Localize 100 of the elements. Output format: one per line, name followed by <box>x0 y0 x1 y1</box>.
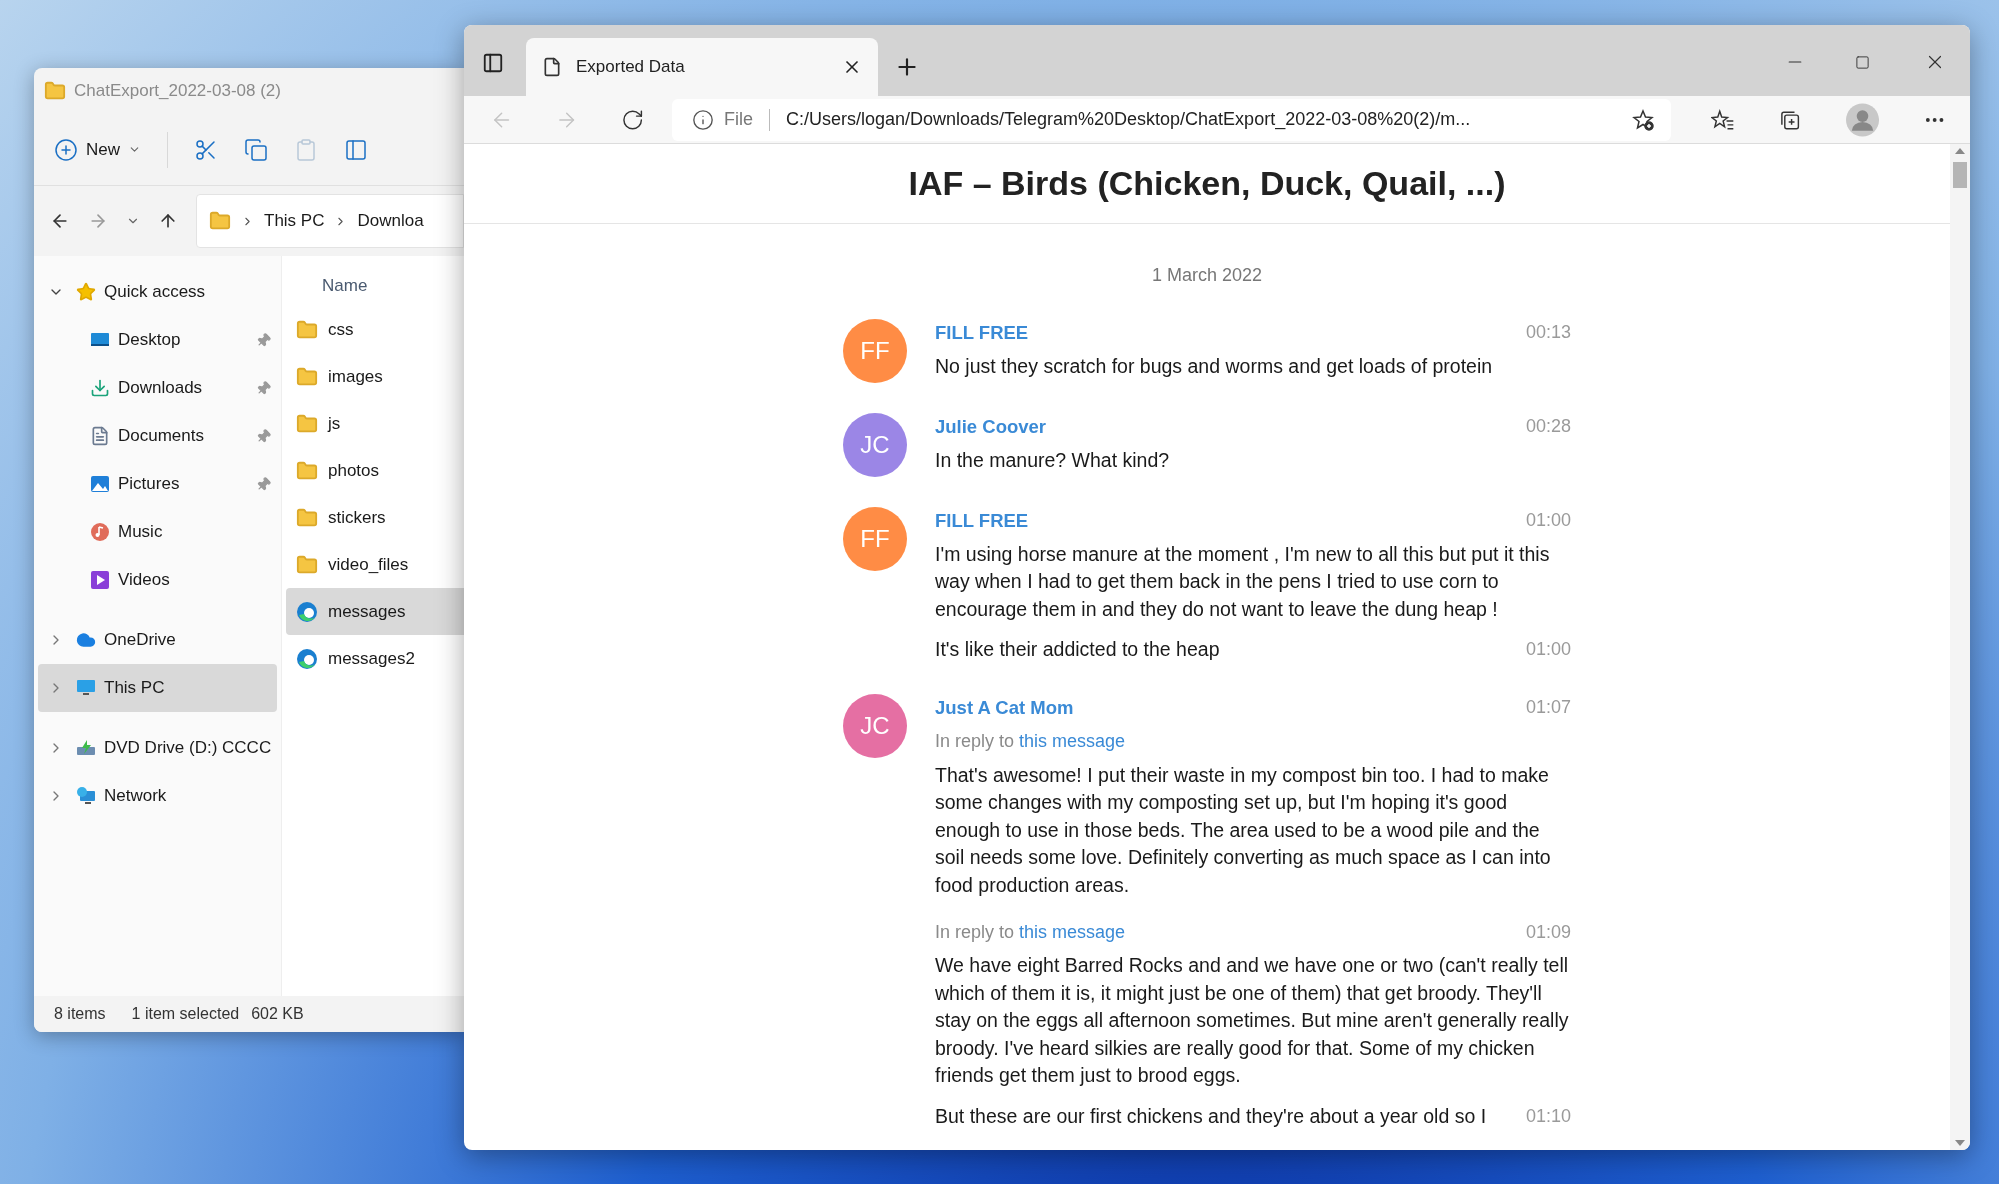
cloud-icon <box>76 630 96 650</box>
folder-icon <box>44 80 66 102</box>
window-title: ChatExport_2022-03-08 (2) <box>74 80 281 103</box>
breadcrumb-item[interactable]: Downloa <box>357 208 424 234</box>
maximize-icon[interactable] <box>1855 55 1870 70</box>
file-name: photos <box>328 459 380 482</box>
message-text: We have eight Barred Rocks and and we have one or two (can't really tell which of them it is, it might just be one of them) that get broody. They'll stay on the eggs all afternoon sometimes. But mine aren't generally really broody. I've heard silkies are really good for that. Some of my chicken friends get them just to brood eggs. <box>935 953 1570 1088</box>
file-name: images <box>328 365 383 388</box>
music-icon <box>90 522 110 542</box>
file-row[interactable]: photos <box>286 447 464 494</box>
avatar: JC <box>843 412 907 477</box>
address-bar[interactable]: This PC Downloa <box>196 194 464 248</box>
copy-icon[interactable] <box>244 137 268 162</box>
file-row[interactable]: stickers <box>286 494 464 541</box>
page-icon <box>542 57 562 77</box>
selection-status: 1 item selected <box>131 1004 240 1024</box>
folder-icon <box>296 365 318 388</box>
message-time: 01:00 <box>1525 509 1571 532</box>
column-header[interactable]: Name <box>286 266 464 306</box>
sender-name[interactable]: Just A Cat Mom <box>935 693 1074 722</box>
sender-name[interactable]: Julie Coover <box>935 412 1047 441</box>
breadcrumb-item[interactable]: This PC <box>264 208 325 234</box>
sender-name[interactable]: FILL FREE <box>935 318 1029 347</box>
item-count: 8 items <box>54 1004 106 1024</box>
scrollbar[interactable] <box>1950 144 1970 1150</box>
nav-item[interactable]: Downloads <box>38 364 277 412</box>
add-favorite-icon[interactable] <box>1631 107 1656 132</box>
nav-label: Network <box>104 785 167 808</box>
avatar: JC <box>843 693 907 758</box>
file-row[interactable]: js <box>286 400 464 447</box>
nav-item[interactable]: Desktop <box>38 316 277 364</box>
message-text: In the manure? What kind? <box>935 447 1171 473</box>
reply-link[interactable]: this message <box>1019 731 1126 751</box>
nav-item[interactable]: OneDrive <box>38 616 277 664</box>
document-icon <box>90 426 110 446</box>
info-icon[interactable] <box>691 108 714 131</box>
network-icon <box>76 786 96 806</box>
page-title: IAF – Birds (Chicken, Duck, Quail, ...) <box>908 162 1506 204</box>
nav-label: Documents <box>118 425 204 448</box>
selection-size: 602 KB <box>251 1004 304 1024</box>
computer-icon <box>76 678 96 698</box>
nav-label: Pictures <box>118 473 180 496</box>
plus-circle-icon <box>54 137 78 162</box>
message-time: 01:07 <box>1525 696 1571 719</box>
sender-name[interactable]: FILL FREE <box>935 506 1029 535</box>
message-text: But these are our first chickens and they're about a year old so I <box>935 1103 1487 1129</box>
nav-item[interactable]: Music <box>38 508 277 556</box>
sidebar-toggle-icon[interactable] <box>482 52 504 74</box>
file-row[interactable]: images <box>286 353 464 400</box>
folder-icon <box>296 553 318 576</box>
nav-label: This PC <box>104 677 165 700</box>
url-scheme: File <box>723 108 753 131</box>
file-row[interactable]: css <box>286 306 464 353</box>
message-time: 00:13 <box>1525 321 1571 344</box>
message-time: 00:28 <box>1525 415 1571 438</box>
nav-label: Music <box>118 521 163 544</box>
file-name: css <box>328 318 354 341</box>
nav-item[interactable]: DVD Drive (D:) CCCC <box>38 724 277 772</box>
message-text: I'm using horse manure at the moment , I'm new to all this but put it this way when I had to get them back in the pens I tried to use corn to encourage them in and they do not want to leave the dung heap ! <box>935 541 1551 622</box>
tab-title: Exported Data <box>576 56 686 79</box>
nav-item[interactable]: Videos <box>38 556 277 604</box>
browser-file-icon <box>296 647 318 670</box>
browser-file-icon <box>296 600 318 623</box>
folder-icon <box>296 506 318 529</box>
nav-label: Videos <box>118 569 170 592</box>
reply-link[interactable]: this message <box>1019 921 1126 942</box>
nav-item[interactable]: This PC <box>38 664 277 712</box>
new-button[interactable]: New <box>54 136 141 163</box>
nav-item[interactable]: Network <box>38 772 277 820</box>
favorites-icon[interactable] <box>1711 107 1735 132</box>
drive-icon <box>76 738 96 758</box>
file-row[interactable]: messages2 <box>286 635 464 682</box>
rename-icon[interactable] <box>344 137 368 162</box>
profile-avatar-icon[interactable] <box>1845 102 1879 137</box>
nav-item[interactable]: Pictures <box>38 460 277 508</box>
avatar: FF <box>843 506 907 571</box>
address-field[interactable]: File C:/Users/logan/Downloads/Telegram%20Desktop/ChatExport_2022-03-08%20(2)/m... <box>671 98 1672 141</box>
message-text: It's like their addicted to the heap <box>935 637 1220 662</box>
message-text: That's awesome! I put their waste in my compost bin too. I had to make some changes with my composting set up, but I'm hoping it's good enough to use in those beds. The area used to be a wood pile and the soil needs some love. Definitely converting as much space as I can into food production areas. <box>935 762 1552 898</box>
cut-icon[interactable] <box>194 137 218 162</box>
picture-icon <box>90 474 110 494</box>
nav-item[interactable]: Documents <box>38 412 277 460</box>
folder-icon <box>209 210 231 232</box>
url-text: C:/Users/logan/Downloads/Telegram%20Desktop/ChatExport_2022-03-08%20(2)/m... <box>785 108 1472 132</box>
folder-icon <box>296 412 318 435</box>
file-name: stickers <box>328 506 386 529</box>
nav-item[interactable]: Quick access <box>38 268 277 316</box>
date-separator: 1 March 2022 <box>1151 263 1263 287</box>
star-icon <box>76 282 96 302</box>
file-row[interactable]: video_files <box>286 541 464 588</box>
nav-label: OneDrive <box>104 629 176 652</box>
video-icon <box>90 570 110 590</box>
message-time: 01:10 <box>1525 1104 1571 1128</box>
reply-note: In reply to this message <box>935 730 1126 753</box>
reply-note: In reply to this message <box>935 920 1126 944</box>
message-text: No just they scratch for bugs and worms and get loads of protein <box>935 353 1494 379</box>
file-name: video_files <box>328 553 409 576</box>
file-row[interactable]: messages <box>286 588 464 635</box>
nav-label: Downloads <box>118 377 203 400</box>
browser-tab[interactable]: Exported Data <box>526 38 878 96</box>
